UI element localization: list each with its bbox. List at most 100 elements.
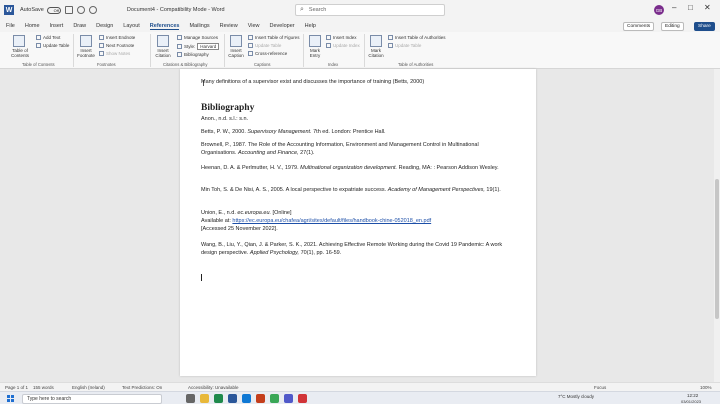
insert-table-of-figures-label: Insert Table of Figures xyxy=(255,35,300,40)
add-text-icon xyxy=(36,35,41,40)
manage-sources-button[interactable]: Manage Sources xyxy=(177,35,218,40)
menu-item-view[interactable]: View xyxy=(248,23,260,29)
undo-icon[interactable] xyxy=(76,6,85,14)
menu-item-developer[interactable]: Developer xyxy=(270,23,295,29)
autosave-toggle[interactable]: Off xyxy=(46,6,61,14)
focus-button[interactable]: Focus xyxy=(594,385,606,390)
insert-citation-button[interactable]: Insert Citation xyxy=(152,48,174,58)
menu-item-review[interactable]: Review xyxy=(220,23,238,29)
bibliography-heading[interactable]: Bibliography xyxy=(201,103,254,113)
clock-time[interactable]: 12:22 xyxy=(687,393,698,398)
style-selector[interactable]: Style: Harvard xyxy=(177,43,220,50)
search-icon: ⌕ xyxy=(300,6,304,13)
update-table-button[interactable]: Update Table xyxy=(36,43,69,48)
insert-table-of-authorities-button[interactable]: Insert Table of Authorities xyxy=(388,35,445,40)
reference-text-segment: Academy of Management Perspectives, xyxy=(387,187,485,193)
word-taskbar-icon[interactable] xyxy=(228,394,237,403)
file-explorer-icon[interactable] xyxy=(200,394,209,403)
insert-index-icon xyxy=(326,35,331,40)
insert-footnote-button[interactable]: Insert Footnote xyxy=(76,48,96,58)
insert-table-of-figures-button[interactable]: Insert Table of Figures xyxy=(248,35,299,40)
style-dropdown[interactable]: Harvard xyxy=(197,43,220,50)
insert-caption-button[interactable]: Insert Caption xyxy=(226,48,246,58)
reference-text-segment: 70(1), pp. 16-59. xyxy=(299,250,342,256)
update-table-authorities-label: Update Table xyxy=(395,43,422,48)
avatar[interactable]: GB xyxy=(654,5,664,15)
search-placeholder: Search xyxy=(308,7,327,13)
search-box[interactable]: ⌕ Search xyxy=(295,4,445,16)
windows-start-icon[interactable] xyxy=(7,395,14,402)
teams-icon[interactable] xyxy=(284,394,293,403)
bibliography-label: Bibliography xyxy=(184,52,209,57)
clock-date[interactable]: 03/01/2023 xyxy=(681,399,701,404)
save-icon[interactable] xyxy=(64,6,73,14)
task-view-icon[interactable] xyxy=(186,394,195,403)
scrollbar-thumb[interactable] xyxy=(715,179,719,319)
next-footnote-button[interactable]: Next Footnote xyxy=(99,43,134,48)
menu-item-layout[interactable]: Layout xyxy=(123,23,140,29)
excel-icon[interactable] xyxy=(214,394,223,403)
bibliography-entry[interactable]: Anon., n.d. s.l.: s.n. xyxy=(201,115,515,123)
editing-button[interactable]: Editing xyxy=(661,22,684,31)
menu-item-mailings[interactable]: Mailings xyxy=(189,23,209,29)
update-table-figures-button[interactable]: Update Table xyxy=(248,43,281,48)
add-text-button[interactable]: Add Text xyxy=(36,35,60,40)
redo-icon[interactable] xyxy=(88,6,97,14)
close-icon[interactable]: ✕ xyxy=(704,3,711,12)
page-count[interactable]: Page 1 of 1 xyxy=(5,385,28,390)
bibliography-entry[interactable]: Wang, B., Liu, Y., Qian, J. & Parker, S.… xyxy=(201,241,515,257)
menu-item-home[interactable]: Home xyxy=(25,23,40,29)
bibliography-entry[interactable]: Brownell, P., 1987. The Role of the Acco… xyxy=(201,141,515,157)
menu-item-references[interactable]: References xyxy=(149,23,180,30)
powerpoint-icon[interactable] xyxy=(256,394,265,403)
weather-status[interactable]: 7°C Mostly cloudy xyxy=(558,394,594,399)
style-label: Style: xyxy=(184,44,196,49)
chrome-icon[interactable] xyxy=(270,394,279,403)
reference-text-segment: Heenan, D. A. & Perlmutter, H. V., 1979. xyxy=(201,165,301,171)
intro-paragraph[interactable]: Many definitions of a supervisor exist a… xyxy=(201,79,424,85)
mark-entry-button[interactable]: Mark Entry xyxy=(305,48,325,58)
insert-index-button[interactable]: Insert Index xyxy=(326,35,357,40)
vertical-scrollbar[interactable] xyxy=(714,69,720,382)
accessibility-status[interactable]: Accessibility: Unavailable xyxy=(188,385,239,390)
endnote-icon xyxy=(99,35,104,40)
mark-citation-button[interactable]: Mark Citation xyxy=(365,48,387,58)
menu-item-file[interactable]: File xyxy=(6,23,15,29)
word-logo-icon: W xyxy=(4,5,14,15)
insert-endnote-button[interactable]: Insert Endnote xyxy=(99,35,135,40)
taskbar-search[interactable]: Type here to search xyxy=(22,393,162,404)
cross-reference-label: Cross-reference xyxy=(255,51,288,56)
outlook-icon[interactable] xyxy=(242,394,251,403)
menu-item-help[interactable]: Help xyxy=(305,23,316,29)
menu-item-insert[interactable]: Insert xyxy=(50,23,64,29)
bibliography-entry[interactable]: Betts, P. W., 2000. Supervisory Manageme… xyxy=(201,128,515,136)
reference-text-segment: 27(1). xyxy=(298,150,315,156)
table-of-figures-icon xyxy=(248,35,253,40)
app-icon[interactable] xyxy=(298,394,307,403)
menu-item-draw[interactable]: Draw xyxy=(73,23,86,29)
reference-text-segment: Anon., n.d. s.l.: s.n. xyxy=(201,116,249,122)
comments-button[interactable]: Comments xyxy=(623,22,655,31)
update-table-label: Update Table xyxy=(43,43,70,48)
share-button[interactable]: Share xyxy=(694,22,715,31)
show-notes-button[interactable]: Show Notes xyxy=(99,51,130,56)
menu-item-design[interactable]: Design xyxy=(96,23,113,29)
reference-text-segment: 19(1). xyxy=(484,187,501,193)
update-table-authorities-button[interactable]: Update Table xyxy=(388,43,421,48)
bibliography-entry[interactable]: Min Toh, S. & De Nisi, A. S., 2005. A lo… xyxy=(201,186,515,194)
word-count[interactable]: 155 words xyxy=(33,385,54,390)
table-of-contents-button[interactable]: Table of Contents xyxy=(7,48,33,58)
document-page[interactable]: Many definitions of a supervisor exist a… xyxy=(180,69,536,376)
bibliography-button[interactable]: Bibliography xyxy=(177,52,209,57)
maximize-icon[interactable]: □ xyxy=(688,3,693,12)
bibliography-entry[interactable]: Heenan, D. A. & Perlmutter, H. V., 1979.… xyxy=(201,164,515,172)
text-predictions-status[interactable]: Text Predictions: On xyxy=(122,385,162,390)
cross-reference-button[interactable]: Cross-reference xyxy=(248,51,287,56)
zoom-level[interactable]: 100% xyxy=(700,385,712,390)
reference-url-link[interactable]: https://ec.europa.eu/chafea/agri/sites/d… xyxy=(232,218,431,224)
bibliography-entry[interactable]: Union, E., n.d. ec.europa.eu. [Online] Av… xyxy=(201,209,515,233)
minimize-icon[interactable]: – xyxy=(672,3,676,12)
refresh-icon xyxy=(36,43,41,48)
update-index-button[interactable]: Update Index xyxy=(326,43,360,48)
language-status[interactable]: English (Ireland) xyxy=(72,385,105,390)
